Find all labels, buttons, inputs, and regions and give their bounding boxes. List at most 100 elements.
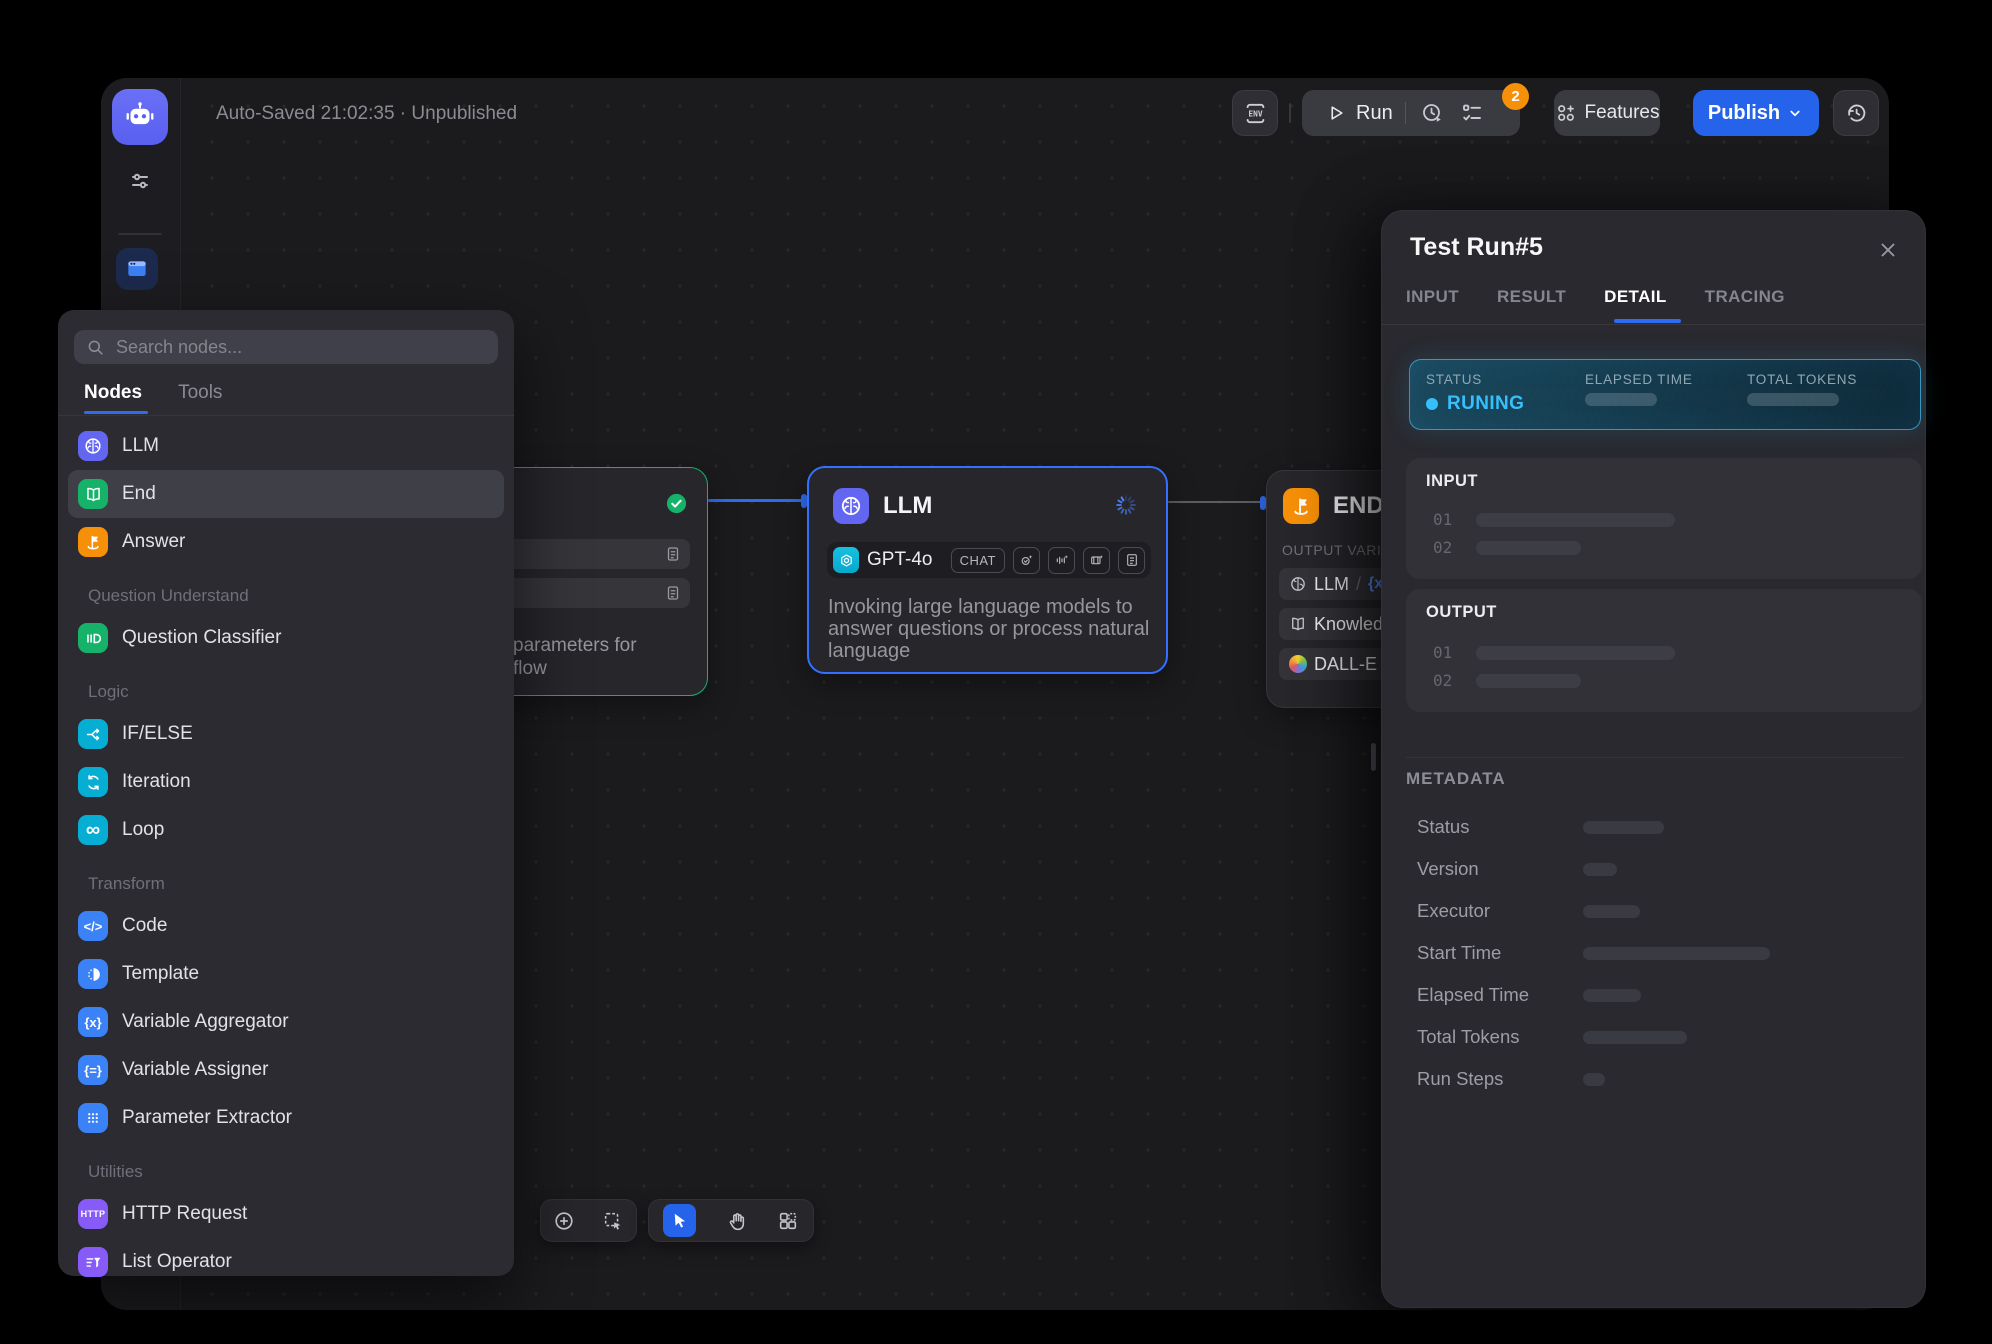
meta-row-run-steps: Run Steps xyxy=(1417,1058,1901,1100)
hand-mode-button[interactable] xyxy=(726,1210,748,1232)
node-item-code[interactable]: </> Code xyxy=(68,902,504,950)
close-button[interactable] xyxy=(1877,239,1899,261)
checklist-button[interactable] xyxy=(1460,101,1484,125)
publish-button[interactable]: Publish xyxy=(1693,90,1819,136)
panel-resize-handle[interactable] xyxy=(1371,743,1376,771)
node-item-label: List Operator xyxy=(122,1251,232,1273)
var-name: LLM xyxy=(1314,574,1349,595)
node-item-label: IF/ELSE xyxy=(122,723,193,745)
start-variable-row[interactable] xyxy=(494,578,690,608)
meta-row-total-tokens: Total Tokens xyxy=(1417,1016,1901,1058)
meta-row-status: Status xyxy=(1417,806,1901,848)
chat-mode-tag: CHAT xyxy=(951,548,1005,573)
selector-tabs: Nodes Tools xyxy=(84,382,222,404)
run-button[interactable]: Run xyxy=(1326,102,1393,125)
features-label: Features xyxy=(1585,102,1660,124)
tabs-divider xyxy=(58,415,514,416)
total-tokens-value xyxy=(1747,393,1839,406)
node-item-label: Iteration xyxy=(122,771,191,793)
start-node-description: parameters for flow xyxy=(513,634,637,680)
tab-detail[interactable]: DETAIL xyxy=(1604,287,1667,307)
node-item-variable-assigner[interactable]: {=} Variable Assigner xyxy=(68,1046,504,1094)
tab-result[interactable]: RESULT xyxy=(1497,287,1566,307)
search-input[interactable] xyxy=(114,336,486,359)
tab-tracing[interactable]: TRACING xyxy=(1705,287,1785,307)
http-request-icon: HTTP xyxy=(78,1199,108,1229)
node-item-if-else[interactable]: IF/ELSE xyxy=(68,710,504,758)
add-node-button[interactable] xyxy=(553,1210,575,1232)
template-icon xyxy=(78,959,108,989)
section-header-logic: Logic xyxy=(68,674,504,710)
tab-tools[interactable]: Tools xyxy=(178,382,222,404)
node-item-label: HTTP Request xyxy=(122,1203,247,1225)
canvas-add-tools xyxy=(540,1199,637,1242)
variable-assigner-icon: {=} xyxy=(78,1055,108,1085)
total-tokens-label: TOTAL TOKENS xyxy=(1747,372,1857,387)
node-item-template[interactable]: Template xyxy=(68,950,504,998)
node-item-llm[interactable]: LLM xyxy=(68,422,504,470)
topbar-divider xyxy=(1289,103,1291,123)
run-history-preview-button[interactable] xyxy=(1420,101,1444,125)
if-else-icon xyxy=(78,719,108,749)
run-label: Run xyxy=(1356,102,1393,125)
layout-grid-icon xyxy=(777,1210,799,1232)
version-history-button[interactable] xyxy=(1833,90,1879,136)
model-name: GPT-4o xyxy=(867,549,932,571)
status-label: STATUS xyxy=(1426,372,1482,387)
canvas-mode-tools xyxy=(648,1199,814,1242)
status-banner: STATUS RUNING ELAPSED TIME TOTAL TOKENS xyxy=(1409,359,1921,430)
svg-text:ENV: ENV xyxy=(1248,109,1262,118)
iteration-icon xyxy=(78,767,108,797)
node-item-label: LLM xyxy=(122,435,159,457)
tab-nodes[interactable]: Nodes xyxy=(84,382,142,404)
history-icon xyxy=(1844,101,1868,125)
node-item-end[interactable]: End xyxy=(68,470,504,518)
dalle-icon xyxy=(1289,655,1307,673)
status-dot-icon xyxy=(1426,398,1438,410)
panel-title: Test Run#5 xyxy=(1410,233,1543,262)
features-button[interactable]: Features xyxy=(1554,90,1660,136)
node-item-parameter-extractor[interactable]: Parameter Extractor xyxy=(68,1094,504,1142)
document-icon xyxy=(664,584,682,602)
preferences-sliders-icon[interactable] xyxy=(128,169,152,193)
elapsed-time-label: ELAPSED TIME xyxy=(1585,372,1693,387)
video-capability-icon xyxy=(1083,547,1110,574)
plus-circle-icon xyxy=(553,1210,575,1232)
pointer-mode-button-active[interactable] xyxy=(663,1204,696,1237)
node-item-http-request[interactable]: HTTP HTTP Request xyxy=(68,1190,504,1238)
node-item-answer[interactable]: Answer xyxy=(68,518,504,566)
model-selector[interactable]: GPT-4o CHAT xyxy=(827,542,1151,578)
node-item-variable-aggregator[interactable]: {x} Variable Aggregator xyxy=(68,998,504,1046)
node-item-label: Code xyxy=(122,915,167,937)
clock-play-icon xyxy=(1420,101,1444,125)
llm-node[interactable]: LLM GPT-4o CHAT xyxy=(807,466,1168,674)
output-variables-label: OUTPUT VARIA xyxy=(1282,542,1391,558)
checklist-icon xyxy=(1460,101,1484,125)
output-row-1: 01 xyxy=(1433,643,1675,662)
autosave-status: Auto-Saved 21:02:35 · Unpublished xyxy=(216,103,517,125)
node-list: LLM End Answer Question Understand Que xyxy=(68,422,504,1286)
var-name: DALL-E xyxy=(1314,654,1377,675)
window-icon xyxy=(124,256,150,282)
node-item-list-operator[interactable]: List Operator xyxy=(68,1238,504,1286)
group-divider xyxy=(1405,102,1406,124)
tabs-divider xyxy=(1382,324,1925,325)
test-run-panel: Test Run#5 INPUT RESULT DETAIL TRACING S… xyxy=(1381,210,1926,1308)
panel-window-icon[interactable] xyxy=(116,248,158,290)
meta-row-executor: Executor xyxy=(1417,890,1901,932)
loop-icon: ∞ xyxy=(78,815,108,845)
meta-row-version: Version xyxy=(1417,848,1901,890)
node-item-iteration[interactable]: Iteration xyxy=(68,758,504,806)
tab-input[interactable]: INPUT xyxy=(1406,287,1459,307)
app-logo-robot-icon[interactable] xyxy=(112,89,168,145)
add-note-button[interactable] xyxy=(602,1210,624,1232)
start-variable-row[interactable] xyxy=(494,539,690,569)
cursor-icon xyxy=(670,1211,689,1230)
search-box[interactable] xyxy=(74,330,498,364)
code-icon: </> xyxy=(78,911,108,941)
env-variables-button[interactable]: ENV xyxy=(1232,90,1278,136)
end-icon xyxy=(78,479,108,509)
node-item-question-classifier[interactable]: Question Classifier xyxy=(68,614,504,662)
node-item-loop[interactable]: ∞ Loop xyxy=(68,806,504,854)
organize-blocks-button[interactable] xyxy=(777,1210,799,1232)
